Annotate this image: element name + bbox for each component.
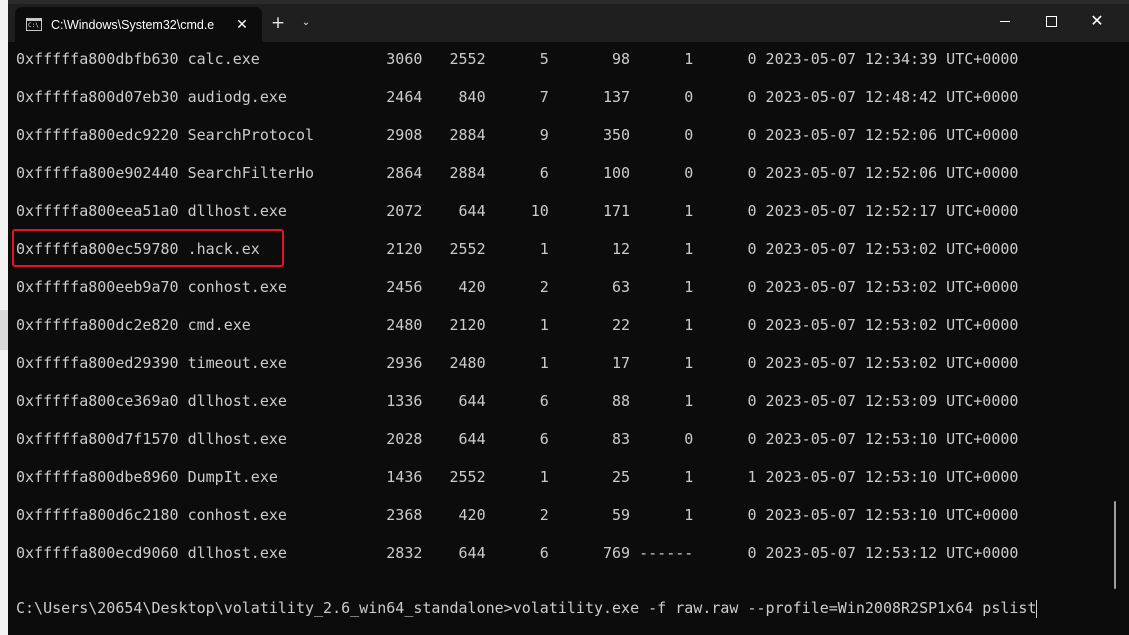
scrollbar-thumb[interactable]	[1114, 501, 1116, 589]
process-row: 0xfffffa800dc2e820 cmd.exe 2480 2120 1 2…	[16, 316, 1019, 334]
cmd-icon	[26, 18, 42, 31]
background-window-strip	[0, 310, 8, 350]
process-row: 0xfffffa800eea51a0 dllhost.exe 2072 644 …	[16, 202, 1019, 220]
text-cursor	[1036, 599, 1038, 618]
minimize-icon	[1000, 21, 1010, 22]
terminal-window: C:\Windows\System32\cmd.e ✕ + ⌄ ✕ 0xffff…	[8, 0, 1129, 635]
process-row: 0xfffffa800eeb9a70 conhost.exe 2456 420 …	[16, 278, 1019, 296]
close-button[interactable]: ✕	[1080, 8, 1114, 34]
process-row: 0xfffffa800dbe8960 DumpIt.exe 1436 2552 …	[16, 468, 1019, 486]
process-row: 0xfffffa800e902440 SearchFilterHo 2864 2…	[16, 164, 1019, 182]
process-row: 0xfffffa800dbfb630 calc.exe 3060 2552 5 …	[16, 50, 1019, 68]
title-bar-top-strip	[8, 0, 1129, 4]
maximize-button[interactable]	[1034, 8, 1068, 34]
console-output[interactable]: 0xfffffa800dbfb630 calc.exe 3060 2552 5 …	[8, 42, 1113, 635]
minimize-button[interactable]	[988, 8, 1022, 34]
highlight-box	[12, 229, 284, 267]
process-row: 0xfffffa800ed29390 timeout.exe 2936 2480…	[16, 354, 1019, 372]
background-window	[0, 0, 8, 635]
process-row: 0xfffffa800d07eb30 audiodg.exe 2464 840 …	[16, 88, 1019, 106]
process-row: 0xfffffa800edc9220 SearchProtocol 2908 2…	[16, 126, 1019, 144]
process-row: 0xfffffa800ecd9060 dllhost.exe 2832 644 …	[16, 544, 1019, 562]
title-bar[interactable]: C:\Windows\System32\cmd.e ✕ + ⌄ ✕	[8, 0, 1129, 42]
process-row: 0xfffffa800d7f1570 dllhost.exe 2028 644 …	[16, 430, 1019, 448]
process-row: 0xfffffa800d6c2180 conhost.exe 2368 420 …	[16, 506, 1019, 524]
chevron-down-icon[interactable]: ⌄	[296, 12, 316, 34]
tab-cmd[interactable]: C:\Windows\System32\cmd.e ✕	[15, 7, 262, 42]
tab-title: C:\Windows\System32\cmd.e	[51, 18, 215, 32]
command-text: C:\Users\20654\Desktop\volatility_2.6_wi…	[16, 599, 1037, 617]
tab-close-icon[interactable]: ✕	[233, 16, 251, 34]
maximize-icon	[1046, 16, 1057, 27]
new-tab-button[interactable]: +	[267, 12, 289, 34]
process-row: 0xfffffa800ce369a0 dllhost.exe 1336 644 …	[16, 392, 1019, 410]
command-prompt-line[interactable]: C:\Users\20654\Desktop\volatility_2.6_wi…	[16, 598, 1038, 618]
